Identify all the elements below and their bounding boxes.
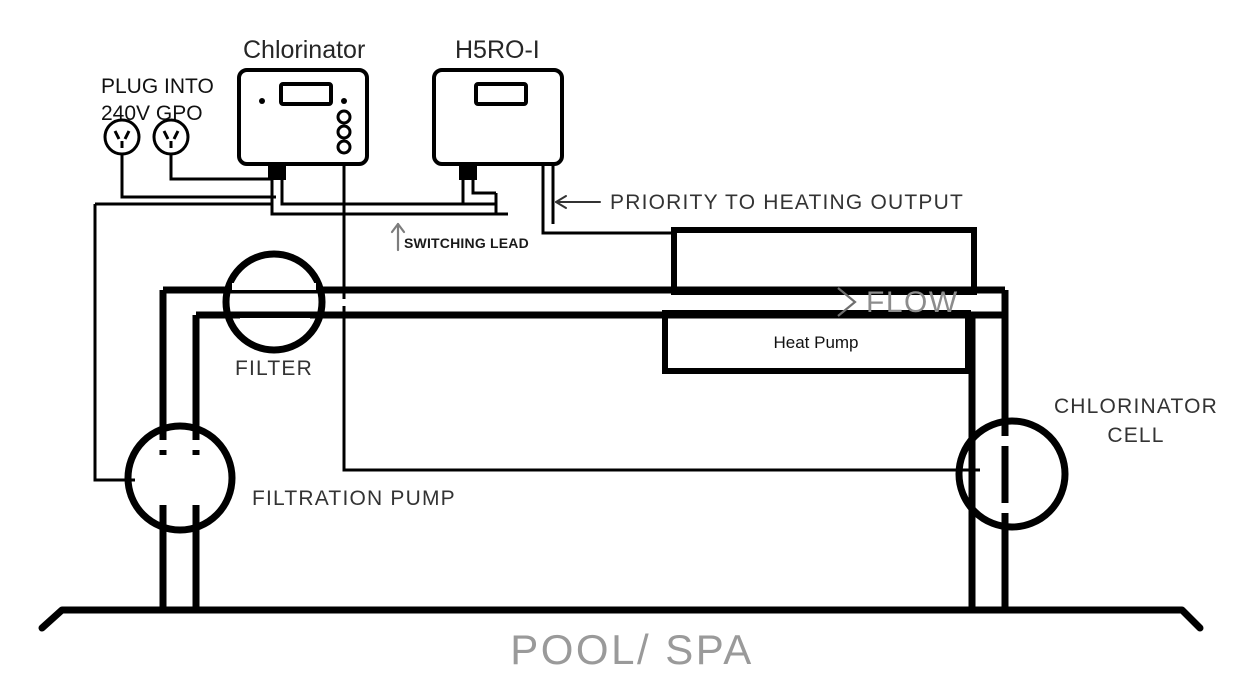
power-socket-icon bbox=[103, 118, 141, 156]
plug-instruction-line1: PLUG INTO bbox=[101, 75, 214, 98]
chlorinator-cell-label-line1: CHLORINATOR bbox=[1054, 395, 1218, 418]
heat-pump-label: Heat Pump bbox=[773, 333, 858, 352]
filter-vessel bbox=[222, 250, 326, 354]
pump-feed-wire bbox=[93, 204, 135, 482]
chlorinator-led-right bbox=[341, 98, 347, 104]
heater-title: H5RO-I bbox=[455, 36, 540, 64]
chlorinator-button-2[interactable] bbox=[336, 124, 352, 140]
flow-label: FLOW bbox=[866, 286, 959, 319]
pool-spa-label: POOL/ SPA bbox=[510, 626, 753, 673]
filtration-pump-label: FILTRATION PUMP bbox=[252, 487, 456, 510]
chlorinator-unit[interactable] bbox=[237, 68, 369, 180]
filter-label: FILTER bbox=[235, 357, 313, 380]
cell-mask-bottom bbox=[990, 503, 1037, 513]
cell-mask-top bbox=[990, 436, 1037, 446]
heater-cord-gland bbox=[459, 164, 477, 180]
chlorinator-button-1[interactable] bbox=[336, 109, 352, 125]
heater-display bbox=[474, 82, 528, 106]
power-socket-icon bbox=[152, 118, 190, 156]
priority-label: PRIORITY TO HEATING OUTPUT bbox=[610, 191, 964, 214]
chlorinator-cord-gland bbox=[268, 164, 286, 180]
filter-mask-bottom bbox=[240, 318, 310, 325]
switching-lead-label: SWITCHING LEAD bbox=[404, 235, 529, 251]
filter-mask-top bbox=[232, 283, 316, 290]
heat-pump-upper-casing bbox=[671, 227, 977, 295]
chlorinator-button-3[interactable] bbox=[336, 139, 352, 155]
pump-mask-top bbox=[159, 440, 204, 450]
pool-equipment-wiring-diagram: Chlorinator H5RO-I PLUG INTO 240V GPO PR… bbox=[0, 0, 1240, 686]
heater-unit[interactable] bbox=[432, 68, 564, 180]
chlorinator-led-left bbox=[259, 98, 265, 104]
chlorinator-display bbox=[279, 82, 333, 106]
schematic-canvas: Chlorinator H5RO-I PLUG INTO 240V GPO PR… bbox=[38, 36, 1218, 673]
chlorinator-title: Chlorinator bbox=[243, 36, 365, 64]
chlorinator-cell-label-line2: CELL bbox=[1107, 424, 1164, 447]
priority-annotation: PRIORITY TO HEATING OUTPUT bbox=[555, 191, 964, 214]
heater-active-wire bbox=[471, 180, 496, 195]
switching-lead-annotation: SWITCHING LEAD bbox=[390, 222, 529, 252]
